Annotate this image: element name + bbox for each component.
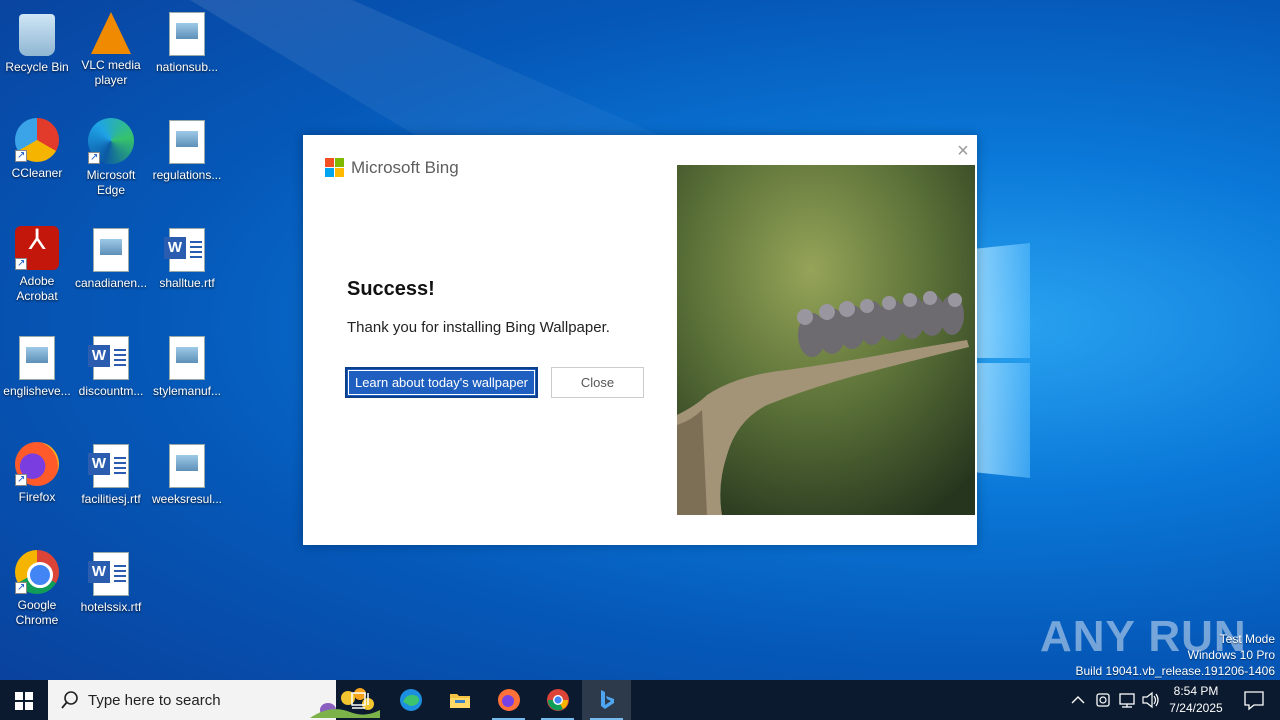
close-icon[interactable]: × — [953, 141, 973, 161]
desktop-icon-discountm[interactable]: discountm... — [74, 328, 148, 399]
desktop-icon-label: nationsub... — [155, 60, 219, 74]
recycle-bin-icon — [19, 14, 55, 56]
desktop-icon-label: Firefox — [18, 490, 56, 504]
bing-wallpaper-dialog: × Microsoft Bing Success! Thank you for … — [303, 135, 977, 545]
ccleaner-icon — [15, 118, 59, 163]
desktop-icon-label: weeksresul... — [151, 492, 223, 506]
firefox-icon — [15, 442, 59, 487]
firefox-icon — [498, 689, 520, 711]
desktop-icon-label: VLC media player — [81, 58, 141, 87]
close-button[interactable]: Close — [551, 367, 644, 398]
taskbar-firefox[interactable] — [484, 680, 533, 720]
build-line: Build 19041.vb_release.191206-1406 — [1075, 664, 1276, 678]
desktop-icon-vlc[interactable]: VLC media player — [74, 4, 148, 88]
desktop-icon-label: stylemanuf... — [152, 384, 222, 398]
start-button[interactable] — [0, 680, 48, 720]
vlc-icon — [91, 12, 131, 54]
desktop-icon-ccleaner[interactable]: CCleaner — [0, 112, 74, 181]
word-doc-icon — [164, 228, 205, 272]
task-view-icon — [351, 692, 369, 709]
tray-app-icon[interactable] — [1092, 680, 1114, 720]
desktop-icon-acrobat[interactable]: Adobe Acrobat — [0, 220, 74, 304]
taskbar-search-box[interactable]: Type here to search — [48, 680, 380, 720]
desktop-icon-label: regulations... — [152, 168, 222, 182]
taskbar-file-explorer[interactable] — [435, 680, 484, 720]
action-center-button[interactable] — [1234, 680, 1274, 720]
word-doc-icon — [88, 336, 129, 380]
desktop-icon-label: canadianen... — [74, 276, 148, 290]
camera-tray-icon — [1096, 693, 1110, 707]
microsoft-logo-icon — [325, 158, 345, 178]
word-doc-icon — [88, 552, 129, 596]
search-placeholder: Type here to search — [88, 692, 221, 709]
desktop-icon-label: Google Chrome — [15, 598, 59, 627]
windows-icon — [15, 692, 33, 710]
desktop-icon-facilitiesj[interactable]: facilitiesj.rtf — [74, 436, 148, 507]
edge-icon — [88, 118, 134, 165]
network-button[interactable] — [1116, 680, 1138, 720]
edition-line: Windows 10 Pro — [1187, 648, 1275, 662]
edge-icon — [400, 689, 422, 711]
chrome-icon — [547, 689, 569, 711]
taskbar-chrome[interactable] — [533, 680, 582, 720]
desktop-icon-hotelssix[interactable]: hotelssix.rtf — [74, 544, 148, 615]
desktop-icon-shalltue[interactable]: shalltue.rtf — [150, 220, 224, 291]
test-mode-watermark: Test Mode Windows 10 Pro Build 19041.vb_… — [1076, 631, 1276, 679]
speaker-icon — [1142, 691, 1159, 709]
image-file-icon — [169, 336, 205, 380]
desktop-icon-recycle-bin[interactable]: Recycle Bin — [0, 4, 74, 75]
wallpaper-preview-image — [677, 165, 975, 515]
dialog-title: Success! — [347, 278, 435, 300]
bing-icon — [601, 690, 614, 709]
windows-wallpaper-logo — [975, 235, 1030, 480]
network-icon — [1119, 693, 1135, 708]
desktop-icon-firefox[interactable]: Firefox — [0, 436, 74, 505]
desktop-icon-label: shalltue.rtf — [159, 276, 215, 290]
task-view-button[interactable] — [336, 680, 385, 720]
desktop-icon-nationsub[interactable]: nationsub... — [150, 4, 224, 75]
desktop-icon-label: facilitiesj.rtf — [81, 492, 141, 506]
desktop-icon-weeksresul[interactable]: weeksresul... — [150, 436, 224, 507]
notification-icon — [1244, 691, 1264, 711]
clock-date: 7/24/2025 — [1169, 701, 1223, 715]
image-file-icon — [19, 336, 55, 380]
desktop-icon-label: Microsoft Edge — [86, 168, 136, 197]
taskbar-edge[interactable] — [386, 680, 435, 720]
taskbar: Type here to search 8:54 PM 7/24/2025 — [0, 680, 1280, 720]
desktop-icon-label: hotelssix.rtf — [80, 600, 142, 614]
desktop-icon-canadianen[interactable]: canadianen... — [74, 220, 148, 291]
desktop-icon-label: Adobe Acrobat — [16, 274, 58, 303]
desktop-icon-stylemanuf[interactable]: stylemanuf... — [150, 328, 224, 399]
file-explorer-icon — [450, 694, 470, 708]
desktop-icon-label: Recycle Bin — [5, 60, 69, 74]
word-doc-icon — [88, 444, 129, 488]
dialog-message: Thank you for installing Bing Wallpaper. — [347, 319, 610, 336]
learn-wallpaper-button[interactable]: Learn about today's wallpaper — [345, 367, 538, 398]
show-hidden-icons-button[interactable] — [1068, 680, 1088, 720]
chevron-up-icon — [1071, 696, 1085, 704]
image-file-icon — [169, 444, 205, 488]
desktop-icon-regulations[interactable]: regulations... — [150, 112, 224, 183]
desktop-icon-chrome[interactable]: Google Chrome — [0, 544, 74, 628]
taskbar-clock[interactable]: 8:54 PM 7/24/2025 — [1162, 683, 1230, 717]
brand-name: Microsoft Bing — [351, 158, 459, 177]
acrobat-icon — [15, 226, 59, 271]
desktop-icon-label: englisheve... — [3, 384, 71, 398]
desktop-icon-edge[interactable]: Microsoft Edge — [74, 112, 148, 198]
search-icon — [61, 691, 78, 709]
desktop-icon-englisheve[interactable]: englisheve... — [0, 328, 74, 399]
chrome-icon — [15, 550, 59, 595]
image-file-icon — [169, 12, 205, 56]
clock-time: 8:54 PM — [1173, 684, 1219, 698]
desktop-icon-label: discountm... — [78, 384, 144, 398]
volume-button[interactable] — [1140, 680, 1162, 720]
test-mode-line: Test Mode — [1219, 632, 1275, 646]
taskbar-bing[interactable] — [582, 680, 631, 720]
desktop-icon-label: CCleaner — [11, 166, 63, 180]
image-file-icon — [169, 120, 205, 164]
image-file-icon — [93, 228, 129, 272]
